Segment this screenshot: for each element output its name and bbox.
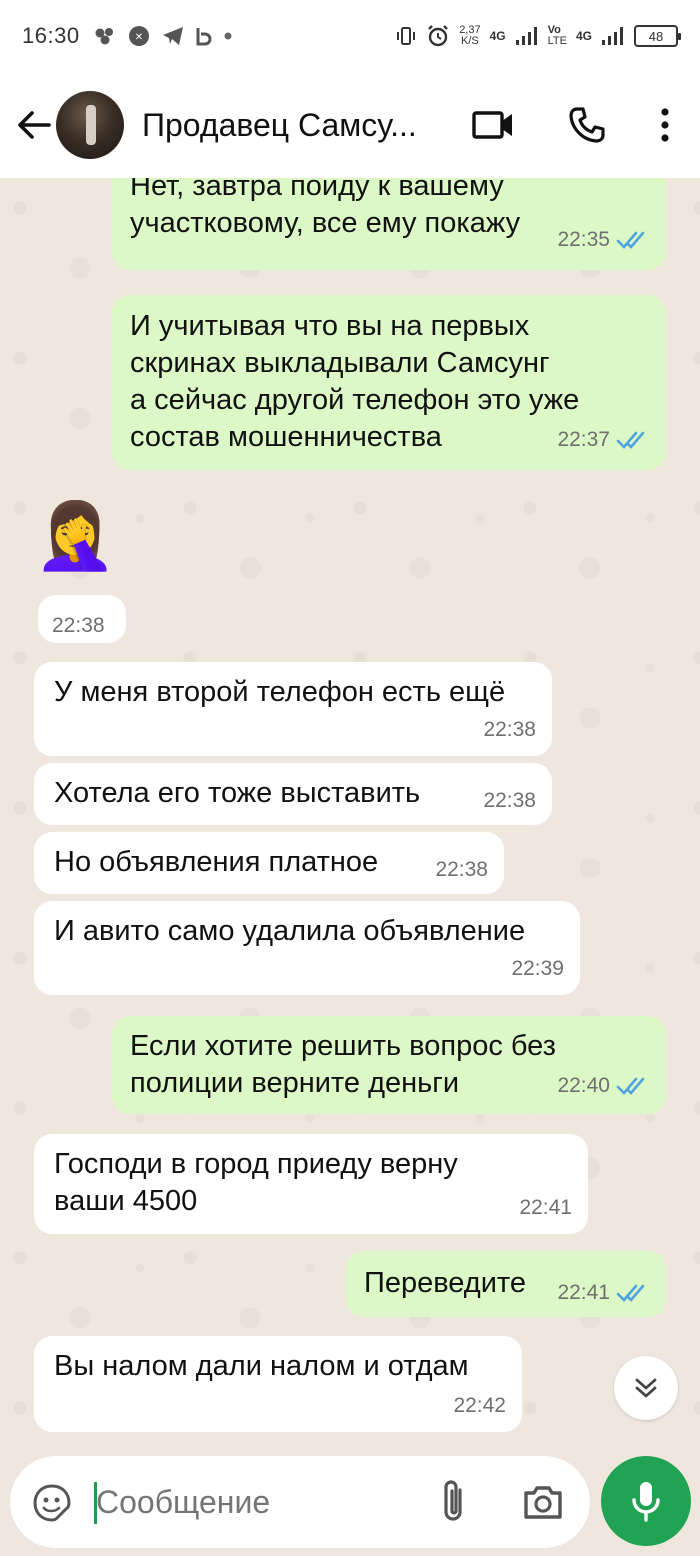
- network-type-2: 4G: [575, 29, 592, 43]
- avatar[interactable]: [56, 91, 124, 159]
- phone-call-icon[interactable]: [568, 106, 606, 144]
- signal-icon-2: [602, 27, 623, 45]
- message-incoming[interactable]: Вы налом дали налом и отдам 22:42: [34, 1336, 522, 1432]
- back-button[interactable]: [16, 107, 52, 143]
- message-text: Хотела его тоже выставить: [54, 777, 421, 809]
- alarm-icon: [428, 25, 449, 47]
- battery-icon: 48: [634, 25, 681, 47]
- volte-bottom: LTE: [547, 35, 567, 47]
- scroll-to-bottom-button[interactable]: [614, 1356, 678, 1420]
- message-time: 22:41: [557, 1281, 610, 1304]
- message-incoming-time-chip: 22:38: [38, 595, 126, 643]
- svg-text:✕: ✕: [134, 32, 142, 43]
- message-outgoing[interactable]: Переведите 22:41: [346, 1251, 666, 1317]
- message-text: У меня второй телефон есть ещё: [54, 676, 506, 708]
- read-ticks-icon: [616, 1077, 645, 1095]
- composer-bar: [0, 1456, 700, 1556]
- read-ticks-icon: [616, 231, 645, 249]
- signal-icon: [515, 27, 537, 45]
- read-ticks-icon: [616, 1284, 645, 1302]
- message-text: Господи в город приеду верну ваши 4500: [54, 1148, 458, 1217]
- message-time: 22:42: [453, 1394, 506, 1417]
- message-text: Вы налом дали налом и отдам: [54, 1350, 469, 1382]
- message-time: 22:37: [557, 428, 610, 451]
- message-input-container[interactable]: [10, 1456, 590, 1548]
- message-incoming[interactable]: Господи в город приеду верну ваши 4500 2…: [34, 1134, 588, 1234]
- vibrate-icon: [397, 27, 416, 45]
- message-incoming[interactable]: Хотела его тоже выставить 22:38: [34, 763, 552, 825]
- message-outgoing[interactable]: Нет, завтра поиду к вашему участковому, …: [112, 178, 666, 270]
- telegram-icon: [162, 27, 183, 45]
- read-ticks-icon: [616, 431, 645, 449]
- message-incoming-emoji[interactable]: 🤦‍♀️: [34, 496, 134, 586]
- message-outgoing[interactable]: Если хотите решить вопрос без полиции ве…: [112, 1016, 666, 1114]
- network-speed: 2,37 K/S: [459, 25, 480, 47]
- chat-header: Продавец Самсу...: [0, 72, 700, 178]
- message-incoming[interactable]: И авито само удалила объявление 22:39: [34, 901, 580, 995]
- message-time: 22:39: [511, 957, 564, 980]
- volte-indicator: Vo LTE: [548, 25, 567, 47]
- message-input[interactable]: [96, 1474, 416, 1530]
- message-time: 22:38: [483, 789, 536, 812]
- attachment-icon[interactable]: [436, 1478, 470, 1526]
- dot-icon: [224, 32, 232, 40]
- battery-level: 48: [648, 28, 664, 44]
- message-time: 22:40: [557, 1074, 610, 1097]
- notification-icons: ✕: [94, 26, 232, 46]
- message-time: 22:41: [519, 1196, 572, 1219]
- message-outgoing[interactable]: И учитывая что вы на первых скринах выкл…: [112, 295, 666, 470]
- network-type-1: 4G: [489, 29, 506, 43]
- speed-unit: K/S: [461, 35, 479, 47]
- more-options-icon[interactable]: [660, 108, 670, 142]
- message-text: И учитывая что вы на первых скринах выкл…: [130, 310, 580, 453]
- video-call-icon[interactable]: [472, 109, 514, 141]
- chat-area[interactable]: Нет, завтра поиду к вашему участковому, …: [0, 178, 700, 1456]
- message-text: Переведите: [364, 1267, 527, 1299]
- contact-name[interactable]: Продавец Самсу...: [142, 107, 432, 144]
- message-time: 22:38: [435, 858, 488, 881]
- sticker-icon[interactable]: [32, 1483, 72, 1523]
- message-text: Но объявления платное: [54, 846, 379, 878]
- message-time: 22:35: [557, 228, 610, 251]
- message-incoming[interactable]: Но объявления платное 22:38: [34, 832, 504, 894]
- voice-record-button[interactable]: [601, 1456, 691, 1546]
- apps-icon: [95, 28, 113, 45]
- camera-icon[interactable]: [522, 1484, 564, 1520]
- message-text: Нет, завтра поиду к вашему участковому, …: [130, 178, 521, 239]
- status-bar: 16:30 ✕ 2,37 K/S 4G Vo LTE 4G 48: [0, 0, 700, 72]
- message-time: 22:38: [52, 614, 105, 637]
- vk-icon: ✕: [128, 26, 149, 46]
- arrow-left-icon: [18, 111, 51, 139]
- message-text: И авито само удалила объявление: [54, 915, 526, 947]
- message-text: Если хотите решить вопрос без полиции ве…: [130, 1030, 556, 1099]
- status-time: 16:30: [22, 23, 80, 48]
- message-time: 22:38: [483, 718, 536, 741]
- double-chevron-down-icon: [635, 1378, 657, 1398]
- facepalm-emoji: 🤦‍♀️: [34, 497, 117, 574]
- message-incoming[interactable]: У меня второй телефон есть ещё 22:38: [34, 662, 552, 756]
- microphone-icon: [632, 1482, 660, 1522]
- app-b-icon: [196, 28, 211, 46]
